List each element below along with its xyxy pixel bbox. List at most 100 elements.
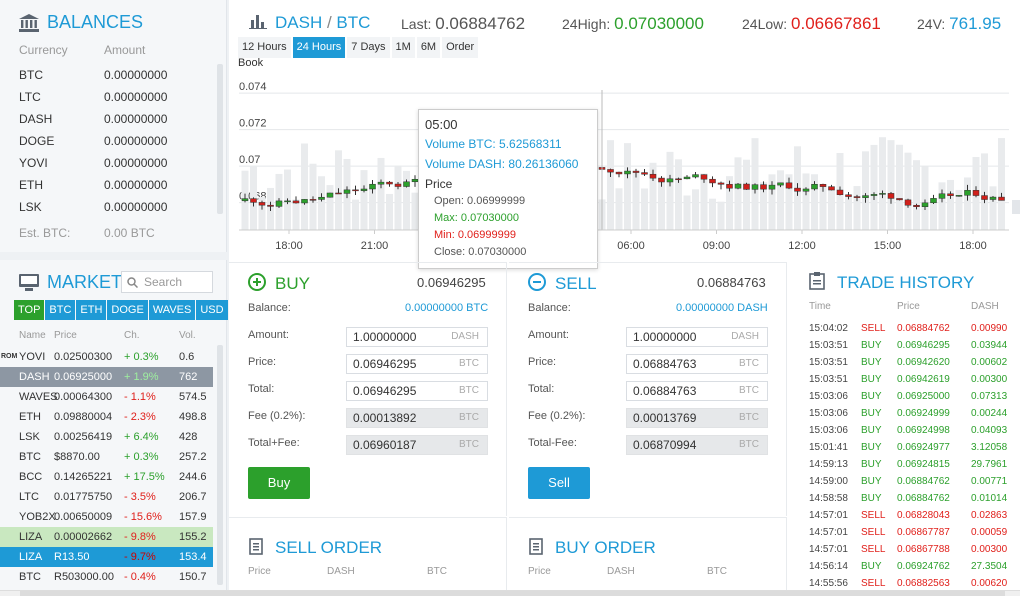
tooltip-vol-btc: Volume BTC: 5.62568311	[425, 137, 562, 151]
sell-price-input[interactable]: 0.06884763 BTC	[626, 354, 768, 374]
market-row[interactable]: BTC R503000.00 - 0.4% 150.7	[0, 567, 213, 587]
market-row-price: $8870.00	[54, 451, 100, 463]
price-chart[interactable]: 0.0740.0720.070.06818:0021:0000:0003:000…	[229, 70, 1020, 260]
market-tab-eth[interactable]: ETH	[76, 300, 107, 320]
sell-totalfee-label: Total-Fee:	[528, 437, 577, 449]
market-row-name: LTC	[19, 491, 39, 503]
market-tab-top[interactable]: TOP	[14, 300, 45, 320]
volume-bar	[743, 159, 750, 230]
balances-scrollbar[interactable]	[217, 64, 223, 214]
market-row[interactable]: ROM YOVI 0.02500300 + 0.3% 0.6	[0, 347, 213, 367]
sell-total-input[interactable]: 0.06884763 BTC	[626, 381, 768, 401]
buy-price-value: 0.06946295	[353, 357, 417, 371]
market-row-name: ETH	[19, 411, 41, 423]
balance-currency: DASH	[19, 112, 53, 126]
market-tab-doge[interactable]: DOGE	[107, 300, 148, 320]
col-currency: Currency	[19, 43, 68, 57]
trade-row: 15:04:02 SELL 0.06884762 0.00990	[809, 320, 1019, 337]
bank-icon	[19, 13, 39, 32]
candle-body	[250, 198, 257, 203]
buy-fee-value: 0.00013892	[353, 411, 417, 425]
market-row-name: YOVI	[19, 351, 46, 363]
market-title: MARKET	[47, 272, 123, 292]
timeframe-24-hours[interactable]: 24 Hours	[292, 37, 346, 58]
volume-bar	[709, 198, 716, 230]
document-icon	[529, 538, 543, 555]
trade-amount: 0.02863	[971, 510, 1008, 521]
candle-body	[386, 181, 393, 185]
trade-type: BUY	[861, 340, 882, 351]
candle-body	[641, 172, 648, 175]
buy-total-value: 0.06946295	[353, 384, 417, 398]
sell-amount-input[interactable]: 1.00000000 DASH	[626, 327, 768, 347]
timeframe-1m[interactable]: 1M	[391, 37, 415, 58]
buy-total-label: Total:	[248, 383, 275, 395]
sell-button[interactable]: Sell	[528, 467, 590, 499]
trade-amount: 0.03944	[971, 340, 1008, 351]
volume-bar	[887, 140, 895, 230]
market-tab-usd[interactable]: USD	[196, 300, 228, 320]
chart-scroll-handle[interactable]	[1012, 200, 1020, 214]
balance-currency: YOVI	[19, 156, 48, 170]
trade-row: 14:59:00 BUY 0.06884762 0.00771	[809, 473, 1019, 490]
tooltip-open-label: Open:	[434, 195, 464, 207]
trade-time: 14:58:58	[809, 493, 848, 504]
sell-balance-value[interactable]: 0.00000000 DASH	[676, 302, 768, 314]
trade-time: 14:56:14	[809, 561, 848, 572]
market-scrollbar[interactable]	[217, 345, 223, 585]
market-row-price: 0.00256419	[54, 431, 113, 443]
timeframe-order[interactable]: Order	[442, 37, 479, 58]
market-row[interactable]: WAVES 0.00064300 - 1.1% 574.5	[0, 387, 213, 407]
balance-row[interactable]: DASH 0.00000000	[19, 112, 167, 126]
timeframe-12-hours[interactable]: 12 Hours	[238, 37, 291, 58]
market-row[interactable]: DASH 0.06925000 + 1.9% 762	[0, 367, 213, 387]
market-search-input[interactable]: Search	[121, 271, 213, 293]
candle-body	[377, 181, 385, 185]
market-row[interactable]: LIZA R13.50 - 9.7% 153.4	[0, 547, 213, 567]
market-tab-btc[interactable]: BTC	[45, 300, 76, 320]
market-row[interactable]: LSK 0.00256419 + 6.4% 428	[0, 427, 213, 447]
horizontal-scroll-thumb[interactable]	[20, 591, 1005, 596]
market-row[interactable]: BTC $8870.00 + 0.3% 257.2	[0, 447, 213, 467]
buy-button[interactable]: Buy	[248, 467, 310, 499]
volume-bar	[989, 186, 997, 230]
timeframe-7-days[interactable]: 7 Days	[347, 37, 390, 58]
trade-type: BUY	[861, 425, 882, 436]
buy-total-input[interactable]: 0.06946295 BTC	[346, 381, 488, 401]
market-row[interactable]: LIZA 0.00002662 - 9.8% 155.2	[0, 527, 213, 547]
market-row-change: + 6.4%	[124, 431, 159, 443]
book-tab[interactable]: Book	[238, 57, 263, 69]
timeframe-6m[interactable]: 6M	[416, 37, 441, 58]
sell-amount-value: 1.00000000	[633, 330, 697, 344]
market-row[interactable]: ETH 0.09880004 - 2.3% 498.8	[0, 407, 213, 427]
market-row-name: BTC	[19, 571, 41, 583]
buy-amount-input[interactable]: 1.00000000 DASH	[346, 327, 488, 347]
candle-body	[913, 205, 920, 207]
balance-row[interactable]: LSK 0.00000000	[19, 200, 167, 214]
trade-type: SELL	[861, 510, 886, 521]
balance-row[interactable]: BTC 0.00000000	[19, 68, 167, 82]
candle-body	[267, 204, 274, 207]
horizontal-scrollbar[interactable]	[0, 590, 1020, 596]
balance-row[interactable]: DOGE 0.00000000	[19, 134, 167, 148]
market-row-volume: 157.9	[179, 511, 207, 523]
balance-row[interactable]: LTC 0.00000000	[19, 90, 167, 104]
market-tab-waves[interactable]: WAVES	[148, 300, 196, 320]
balance-row[interactable]: ETH 0.00000000	[19, 178, 167, 192]
sell-panel: SELL 0.06884763 Balance: 0.00000000 DASH…	[509, 262, 787, 516]
trade-time: 14:59:00	[809, 476, 848, 487]
trade-amount: 0.00990	[971, 323, 1008, 334]
high-price: 24High: 0.07030000	[562, 14, 704, 34]
sell-order-col-dash: DASH	[327, 566, 355, 577]
volume-bar	[615, 188, 623, 230]
balance-row[interactable]: YOVI 0.00000000	[19, 156, 167, 170]
buy-price-input[interactable]: 0.06946295 BTC	[346, 354, 488, 374]
volume-bar	[641, 188, 648, 230]
trade-row: 14:56:14 BUY 0.06924762 27.3504	[809, 558, 1019, 575]
market-row[interactable]: LTC 0.01775750 - 3.5% 206.7	[0, 487, 213, 507]
market-row[interactable]: BCC 0.14265221 + 17.5% 244.6	[0, 467, 213, 487]
market-row[interactable]: YOB2X 0.00650009 - 15.6% 157.9	[0, 507, 213, 527]
volume-bar	[377, 157, 385, 230]
buy-balance-value[interactable]: 0.00000000 BTC	[405, 302, 488, 314]
volume-bar	[930, 203, 937, 230]
